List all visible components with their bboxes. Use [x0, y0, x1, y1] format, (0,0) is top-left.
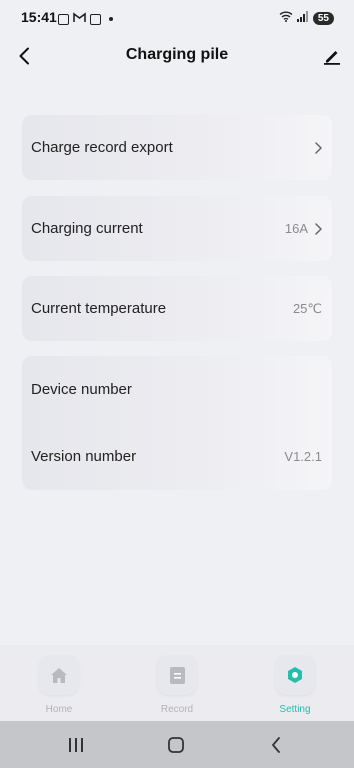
charging-current-value: 16A — [284, 221, 308, 236]
system-navigation-bar — [0, 721, 354, 768]
tab-setting-label: Setting — [279, 704, 311, 715]
chevron-right-icon — [315, 222, 322, 235]
version-number-value: V1.2.1 — [284, 449, 322, 464]
recents-button[interactable] — [66, 735, 86, 755]
gmail-icon — [73, 10, 86, 28]
back-nav-button[interactable] — [266, 735, 286, 755]
pencil-icon — [324, 51, 340, 65]
charging-current-row[interactable]: Charging current 16A — [22, 196, 332, 261]
more-notifications-icon — [109, 17, 113, 21]
tab-setting[interactable]: Setting — [265, 655, 325, 715]
charge-record-export-row[interactable]: Charge record export — [22, 115, 332, 180]
home-icon — [51, 667, 67, 683]
page-title: Charging pile — [125, 46, 229, 63]
settings-card-export: Charge record export — [22, 115, 332, 180]
version-number-row: Version number V1.2.1 — [22, 423, 332, 490]
charging-current-label: Charging current — [31, 220, 143, 237]
settings-card-device-info: Device number Version number V1.2.1 — [22, 356, 332, 490]
current-temperature-row: Current temperature 25℃ — [22, 276, 332, 341]
tab-home-label: Home — [45, 704, 73, 715]
chevron-right-icon — [315, 141, 322, 154]
app-header: Charging pile — [0, 34, 354, 78]
bottom-tab-bar: Home Record Setting — [0, 645, 354, 721]
current-temperature-label: Current temperature — [31, 300, 167, 317]
tab-record-label: Record — [160, 704, 194, 715]
device-number-label: Device number — [31, 381, 132, 398]
record-icon — [169, 666, 185, 684]
system-icons: 55 — [279, 9, 334, 27]
device-number-row: Device number — [22, 356, 332, 423]
notification-icons — [58, 10, 113, 28]
recents-icon — [69, 738, 83, 752]
status-time: 15:41 — [21, 9, 57, 25]
back-nav-icon — [272, 737, 280, 753]
signal-icon — [296, 9, 309, 27]
status-bar: 15:41 55 — [0, 0, 354, 34]
edit-button[interactable] — [318, 42, 346, 70]
current-temperature-value: 25℃ — [292, 300, 322, 316]
mail-icon — [90, 13, 101, 25]
tab-record[interactable]: Record — [147, 655, 207, 715]
wifi-icon — [279, 9, 293, 27]
home-nav-icon — [168, 737, 184, 753]
setting-icon — [288, 667, 302, 683]
settings-card-current: Charging current 16A — [22, 196, 332, 261]
settings-card-temperature: Current temperature 25℃ — [22, 276, 332, 341]
screenshot-icon — [58, 13, 69, 25]
home-nav-button[interactable] — [166, 735, 186, 755]
battery-icon: 55 — [312, 11, 334, 25]
charge-record-export-label: Charge record export — [31, 139, 173, 156]
tab-home[interactable]: Home — [29, 655, 89, 715]
version-number-label: Version number — [31, 448, 137, 465]
